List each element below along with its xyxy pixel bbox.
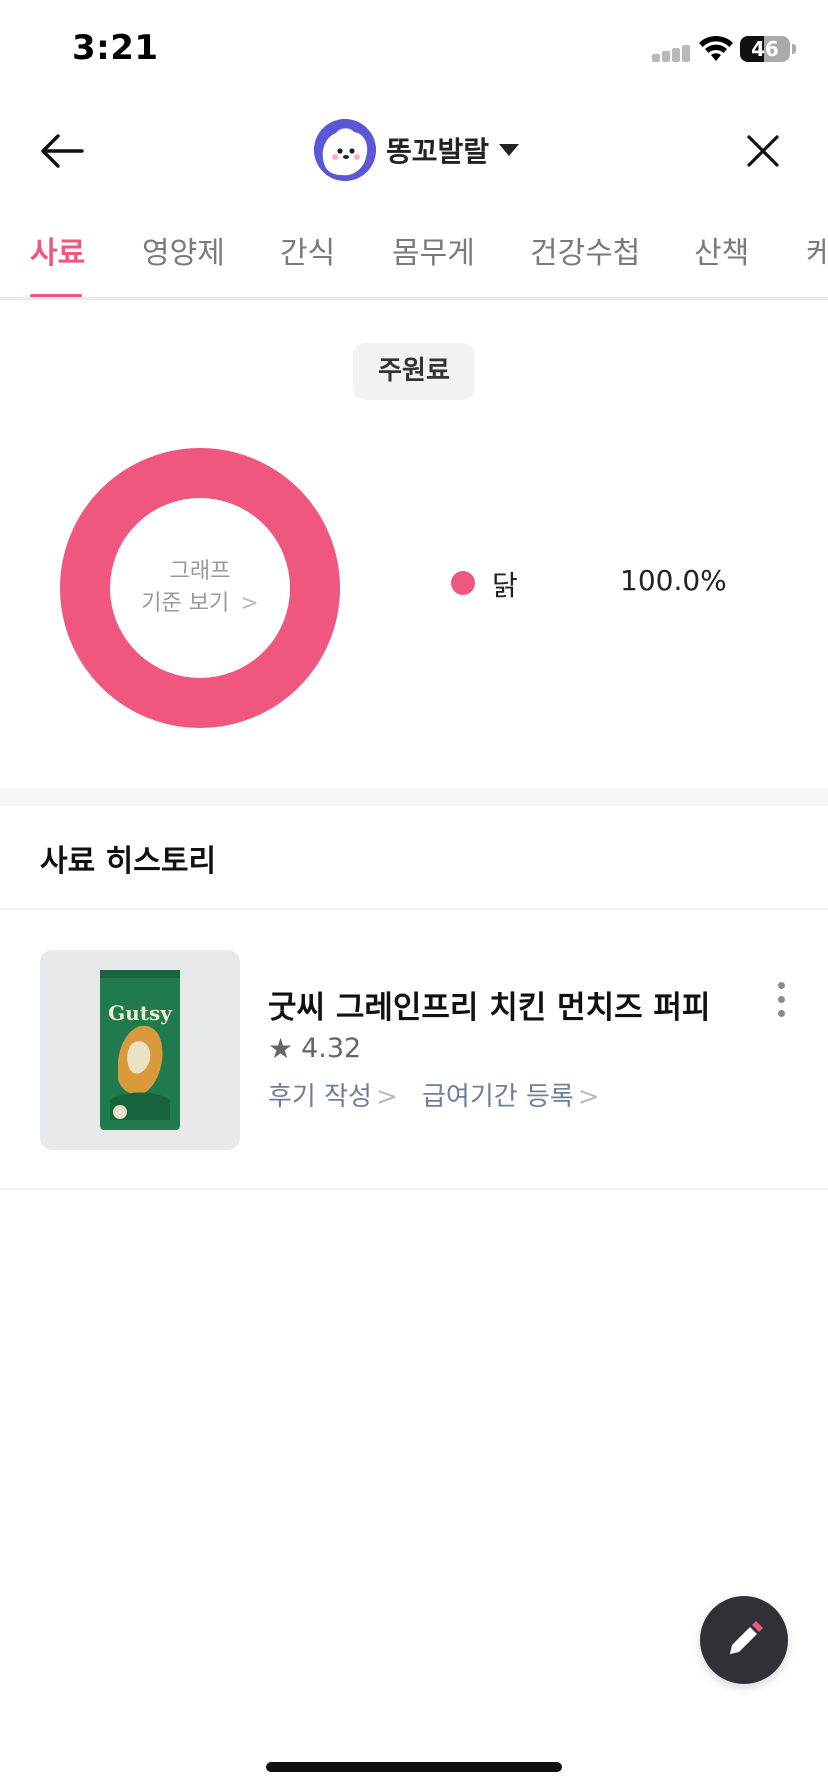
section-divider xyxy=(0,788,828,806)
cellular-signal-icon xyxy=(652,44,692,62)
pet-name: 똥꼬발랄 xyxy=(386,135,490,168)
pet-selector[interactable]: 똥꼬발랄 xyxy=(314,118,520,182)
product-image: Gutsy xyxy=(40,950,240,1150)
battery-icon: 46 xyxy=(740,36,790,62)
legend-color-dot xyxy=(451,571,475,595)
product-name: 굿씨 그레인프리 치킨 먼치즈 퍼피 xyxy=(268,990,711,1026)
status-bar: 3:21 46 xyxy=(0,0,828,100)
main-ingredient-chip[interactable]: 주원료 xyxy=(353,343,475,400)
tab-snacks[interactable]: 간식 xyxy=(280,228,335,272)
write-fab-button[interactable] xyxy=(700,1596,788,1684)
rating-value: 4.32 xyxy=(301,1033,362,1064)
wifi-icon xyxy=(699,35,733,61)
chevron-right-icon: > xyxy=(375,1082,398,1112)
tab-walk[interactable]: 산책 xyxy=(694,228,749,272)
status-time: 3:21 xyxy=(72,28,159,68)
tab-care[interactable]: 케 xyxy=(806,228,828,272)
active-tab-indicator xyxy=(30,294,82,297)
chevron-right-icon: > xyxy=(577,1082,600,1112)
tab-supplements[interactable]: 영양제 xyxy=(142,228,225,272)
food-history-title: 사료 히스토리 xyxy=(40,844,217,879)
write-review-link[interactable]: 후기 작성 > xyxy=(268,1076,398,1113)
tab-food[interactable]: 사료 xyxy=(30,228,85,272)
pet-avatar xyxy=(314,119,376,181)
tab-weight[interactable]: 몸무게 xyxy=(392,228,475,272)
graph-criteria-label-text: 기준 보기 xyxy=(141,591,230,616)
category-tabs: 사료 영양제 간식 몸무게 건강수첩 산책 케 xyxy=(0,200,828,300)
legend-label: 닭 xyxy=(492,569,518,602)
back-arrow-icon[interactable] xyxy=(36,124,90,178)
pencil-icon xyxy=(730,1621,763,1654)
legend-value: 100.0% xyxy=(620,564,727,597)
graph-criteria-button[interactable]: 그래프 기준 보기 > xyxy=(58,446,342,730)
product-rating: ★ 4.32 xyxy=(268,1032,361,1065)
star-icon: ★ xyxy=(268,1032,294,1065)
home-indicator xyxy=(266,1762,562,1772)
battery-level: 46 xyxy=(751,37,779,61)
top-header: 똥꼬발랄 xyxy=(0,100,828,200)
product-package-logo: Gutsy xyxy=(108,1001,173,1025)
register-feeding-period-label: 급여기간 등록 xyxy=(422,1082,574,1112)
tab-health-notebook[interactable]: 건강수첩 xyxy=(530,228,640,272)
graph-criteria-label-line2: 기준 보기 > xyxy=(141,588,258,620)
battery-cap xyxy=(792,44,796,54)
close-icon[interactable] xyxy=(736,124,790,178)
food-history-item[interactable]: Gutsy 굿씨 그레인프리 치킨 먼치즈 퍼피 ★ 4.32 후기 작성 > 급… xyxy=(0,910,828,1190)
graph-criteria-label-line1: 그래프 xyxy=(169,559,231,584)
chevron-right-icon: > xyxy=(240,591,259,616)
more-options-icon[interactable] xyxy=(766,976,796,1024)
write-review-label: 후기 작성 xyxy=(268,1082,372,1112)
register-feeding-period-link[interactable]: 급여기간 등록 > xyxy=(422,1076,600,1113)
caret-down-icon xyxy=(499,144,520,156)
